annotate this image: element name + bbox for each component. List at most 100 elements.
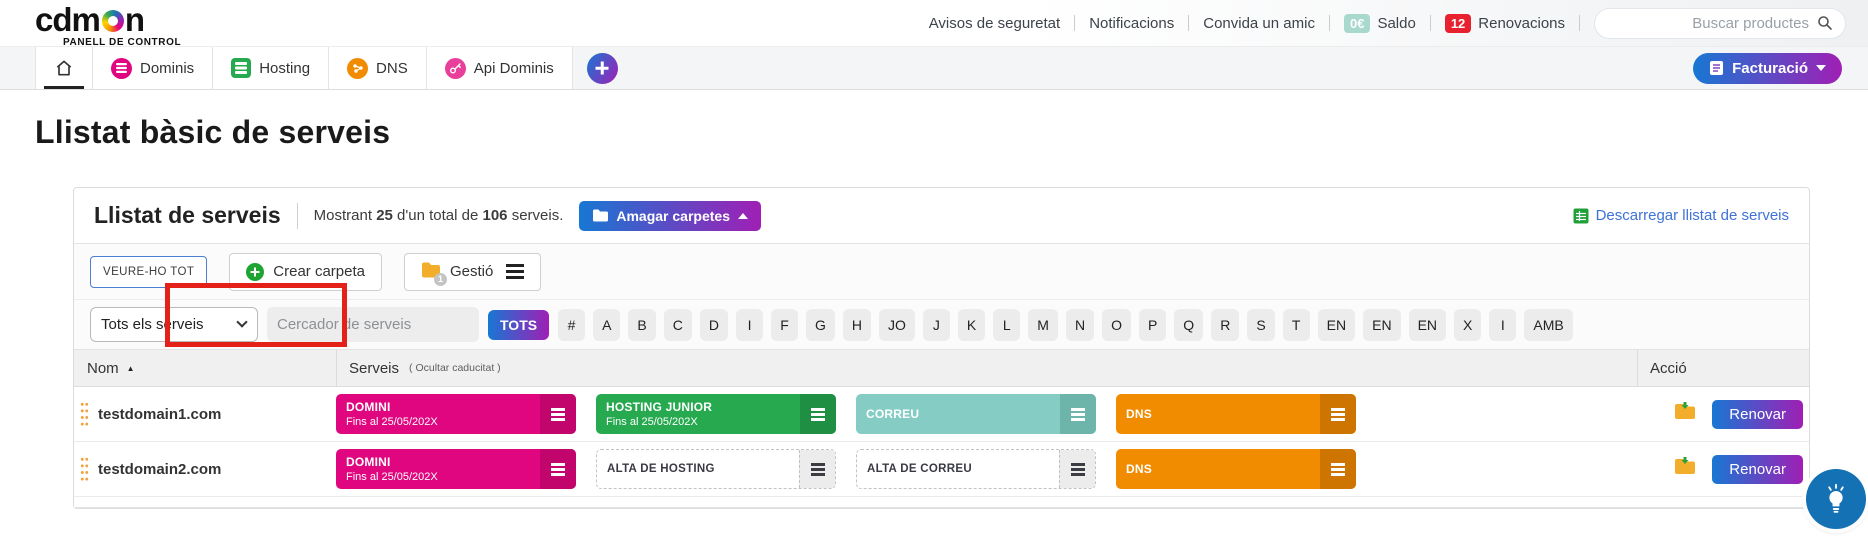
letter-filter-24-x[interactable]: X: [1454, 308, 1482, 341]
product-search[interactable]: [1594, 7, 1846, 39]
manage-count-badge: 1: [434, 272, 447, 286]
page-title: Llistat bàsic de serveis: [35, 114, 391, 150]
letter-filter-26-amb[interactable]: AMB: [1524, 308, 1573, 341]
domain-name: testdomain2.com: [98, 460, 222, 478]
letter-filter-16-p[interactable]: P: [1138, 308, 1167, 341]
letter-filter-21-en[interactable]: EN: [1317, 308, 1356, 341]
service-badge-alta-hosting[interactable]: ALTA DE HOSTING: [596, 449, 836, 489]
letter-filter-2-b[interactable]: B: [628, 308, 656, 341]
hide-folders-label: Amagar carpetes: [616, 207, 730, 224]
service-badge-correu[interactable]: CORREU: [856, 394, 1096, 434]
divider: [1188, 15, 1190, 31]
menu-icon: [1070, 462, 1085, 476]
add-service-button[interactable]: [586, 52, 618, 84]
product-search-input[interactable]: [1629, 14, 1809, 32]
billing-button[interactable]: Facturació: [1693, 52, 1842, 84]
letter-filter-20-t[interactable]: T: [1282, 308, 1310, 341]
folder-icon: [593, 209, 609, 222]
chevron-down-icon: [1816, 65, 1826, 71]
chevron-up-icon: [738, 212, 748, 219]
cdmon-logo[interactable]: cd m n PANELL DE CONTROL: [35, 3, 181, 48]
letter-filter-10-j[interactable]: J: [922, 308, 950, 341]
letter-filter-23-en[interactable]: EN: [1408, 308, 1447, 341]
help-lightbulb-button[interactable]: [1806, 469, 1866, 529]
badge-menu-button[interactable]: [800, 394, 836, 434]
badge-menu-button[interactable]: [1320, 394, 1356, 434]
menu-icon: [1331, 407, 1345, 421]
manage-button[interactable]: 1 Gestió: [404, 252, 542, 291]
col-nom-label[interactable]: Nom: [87, 360, 119, 377]
nav-tab-api-dominis[interactable]: Api Dominis: [426, 47, 573, 89]
letter-filter-0-#[interactable]: #: [558, 308, 586, 341]
letter-filter-22-en[interactable]: EN: [1363, 308, 1401, 341]
link-notificacions[interactable]: Notificacions: [1089, 15, 1174, 32]
link-convida-amic[interactable]: Convida un amic: [1203, 15, 1315, 32]
create-folder-label: Crear carpeta: [273, 263, 365, 280]
letter-filter-12-l[interactable]: L: [993, 308, 1021, 341]
table-row: testdomain1.com DOMINI Fins al 25/05/202…: [74, 387, 1809, 442]
table-header: Nom ▲ Serveis ( Ocultar caducitat ) Acci…: [74, 350, 1809, 387]
service-label: DOMINI: [346, 455, 391, 469]
download-services-link[interactable]: Descarregar llistat de serveis: [1573, 207, 1789, 224]
service-type-select[interactable]: Tots els serveis: [90, 307, 258, 342]
filter-all-button[interactable]: TOTS: [488, 309, 550, 340]
create-folder-button[interactable]: Crear carpeta: [229, 252, 382, 291]
nav-tab-home[interactable]: [35, 47, 93, 89]
service-badge-hosting[interactable]: HOSTING JUNIOR Fins al 25/05/202X: [596, 394, 836, 434]
drag-handle-icon[interactable]: [80, 455, 89, 483]
nav-tab-hosting[interactable]: Hosting: [213, 47, 330, 89]
service-label: CORREU: [866, 407, 920, 421]
badge-menu-button[interactable]: [540, 394, 576, 434]
letter-filter-11-k[interactable]: K: [957, 308, 986, 341]
letter-filter-19-s[interactable]: S: [1247, 308, 1275, 341]
view-all-button[interactable]: VEURE-HO TOT: [90, 255, 208, 288]
letter-filter-9-jo[interactable]: JO: [879, 308, 915, 341]
service-badge-dns[interactable]: DNS: [1116, 449, 1356, 489]
letter-filter-18-r[interactable]: R: [1211, 308, 1240, 341]
service-label: DNS: [1126, 407, 1152, 421]
badge-menu-button[interactable]: [540, 449, 576, 489]
renew-button[interactable]: Renovar: [1712, 399, 1803, 429]
service-badge-alta-correu[interactable]: ALTA DE CORREU: [856, 449, 1096, 489]
sort-asc-icon[interactable]: ▲: [127, 364, 135, 373]
letter-filter-8-h[interactable]: H: [842, 308, 872, 341]
hide-expiry-toggle[interactable]: ( Ocultar caducitat ): [409, 362, 501, 374]
service-badge-dns[interactable]: DNS: [1116, 394, 1356, 434]
letter-filter-3-c[interactable]: C: [663, 308, 692, 341]
service-badge-domini[interactable]: DOMINI Fins al 25/05/202X: [336, 449, 576, 489]
letter-filter-14-n[interactable]: N: [1065, 308, 1095, 341]
drag-handle-icon[interactable]: [80, 400, 89, 428]
letter-filter-7-g[interactable]: G: [806, 308, 835, 341]
move-to-folder-icon[interactable]: [1674, 402, 1697, 426]
badge-menu-button[interactable]: [1059, 450, 1095, 488]
divider: [1074, 15, 1076, 31]
letter-filter-13-m[interactable]: M: [1028, 308, 1058, 341]
renovacions-item[interactable]: 12 Renovacions: [1444, 13, 1565, 33]
letter-filter-6-f[interactable]: F: [771, 308, 799, 341]
service-expiry: Fins al 25/05/202X: [606, 416, 698, 428]
move-to-folder-icon[interactable]: [1674, 457, 1697, 481]
logo-subtitle: PANELL DE CONTROL: [63, 36, 182, 48]
badge-menu-button[interactable]: [1320, 449, 1356, 489]
link-avisos-seguretat[interactable]: Avisos de seguretat: [929, 15, 1060, 32]
home-icon: [56, 60, 72, 76]
nav-tab-dns[interactable]: DNS: [329, 47, 427, 89]
service-badge-domini[interactable]: DOMINI Fins al 25/05/202X: [336, 394, 576, 434]
service-search[interactable]: [267, 307, 479, 342]
nav-tab-dominis[interactable]: Dominis: [93, 47, 214, 89]
badge-menu-button[interactable]: [799, 450, 835, 488]
divider: [1429, 15, 1431, 31]
dns-icon: [347, 57, 369, 79]
letter-filter-4-d[interactable]: D: [699, 308, 729, 341]
letter-filter-17-q[interactable]: Q: [1174, 308, 1204, 341]
service-search-input[interactable]: [277, 316, 476, 333]
letter-filter-5-i[interactable]: I: [736, 308, 764, 341]
letter-filter-25-i[interactable]: I: [1489, 308, 1517, 341]
saldo-item[interactable]: 0€ Saldo: [1343, 13, 1416, 33]
badge-menu-button[interactable]: [1060, 394, 1096, 434]
letter-filter-1-a[interactable]: A: [593, 308, 621, 341]
hide-folders-button[interactable]: Amagar carpetes: [579, 200, 761, 231]
renew-button[interactable]: Renovar: [1712, 454, 1803, 484]
divider: [296, 202, 298, 229]
letter-filter-15-o[interactable]: O: [1102, 308, 1131, 341]
